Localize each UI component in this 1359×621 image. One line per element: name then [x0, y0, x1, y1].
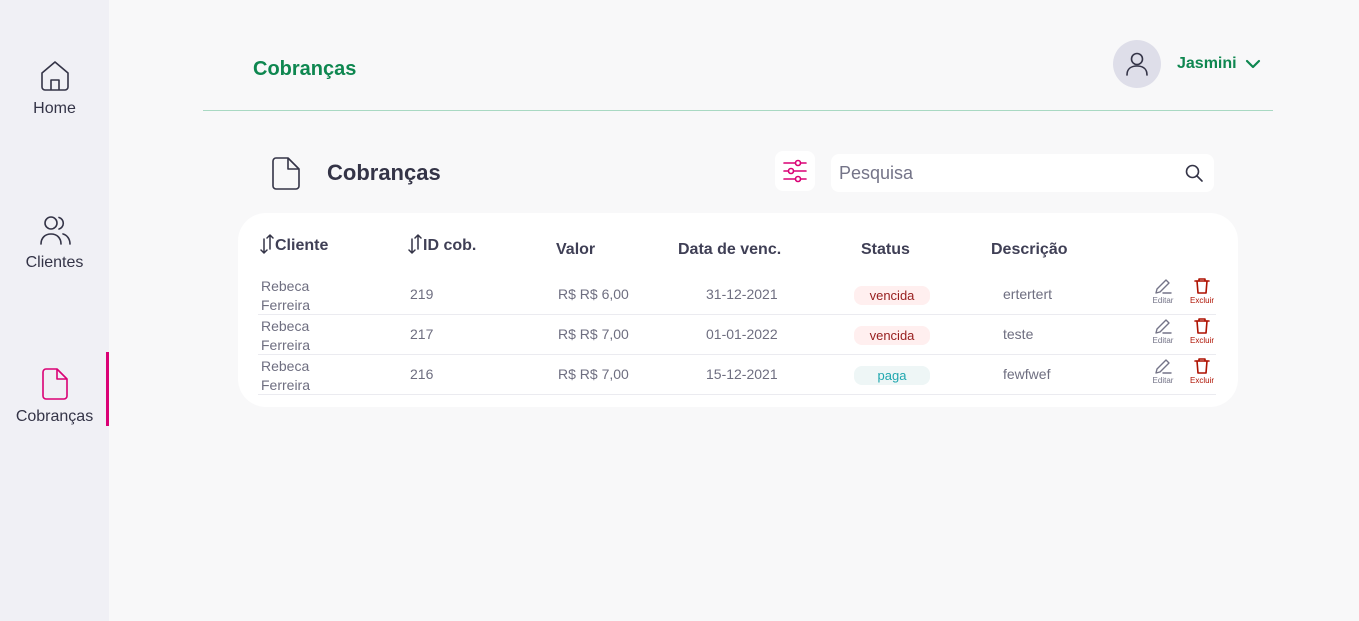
- column-header-label: Cliente: [275, 237, 329, 254]
- trash-icon: [1194, 278, 1210, 294]
- pencil-icon: [1155, 279, 1172, 294]
- delete-label: Excluir: [1189, 376, 1214, 385]
- sort-icon: [408, 234, 422, 254]
- cell-descricao: teste: [1003, 326, 1034, 342]
- sort-icon: [260, 234, 274, 254]
- charges-table: Cliente ID cob. Valor Data de venc. Stat…: [238, 213, 1238, 407]
- column-header-data: Data de venc.: [678, 241, 782, 258]
- search-icon[interactable]: [1184, 163, 1204, 183]
- search-input[interactable]: [839, 162, 1184, 184]
- edit-label: Editar: [1152, 336, 1174, 345]
- table-row: Rebeca Ferreira 219 R$ R$ 6,00 31-12-202…: [258, 275, 1216, 315]
- trash-icon: [1194, 318, 1210, 334]
- cell-descricao: ertertert: [1003, 286, 1053, 302]
- user-name[interactable]: Jasmini: [1177, 55, 1237, 73]
- column-header-valor: Valor: [556, 241, 596, 258]
- cell-data: 01-01-2022: [706, 326, 778, 342]
- edit-button[interactable]: Editar: [1148, 357, 1178, 385]
- edit-label: Editar: [1152, 376, 1174, 385]
- filter-button[interactable]: [775, 151, 815, 191]
- sidebar-item-clientes[interactable]: Clientes: [0, 212, 109, 286]
- cell-valor: R$ R$ 7,00: [558, 366, 629, 382]
- column-header-status: Status: [861, 241, 910, 258]
- search-bar: [831, 154, 1214, 192]
- delete-button[interactable]: Excluir: [1187, 357, 1217, 385]
- cell-descricao: fewfwef: [1003, 366, 1051, 382]
- sidebar-item-home[interactable]: Home: [0, 58, 109, 132]
- header-divider: [203, 110, 1273, 111]
- sidebar-item-label: Home: [33, 100, 76, 117]
- cell-id: 219: [410, 286, 434, 302]
- sidebar-item-label: Clientes: [25, 254, 84, 271]
- edit-button[interactable]: Editar: [1148, 317, 1178, 345]
- status-badge: vencida: [854, 286, 930, 305]
- home-icon: [37, 58, 73, 94]
- cell-data: 31-12-2021: [706, 286, 778, 302]
- column-header-label: ID cob.: [423, 237, 477, 254]
- sidebar-item-cobrancas[interactable]: Cobranças: [0, 352, 109, 440]
- edit-button[interactable]: Editar: [1148, 277, 1178, 305]
- document-icon: [37, 366, 73, 402]
- users-icon: [37, 212, 73, 248]
- cell-valor: R$ R$ 7,00: [558, 326, 629, 342]
- edit-label: Editar: [1152, 296, 1174, 305]
- sidebar-item-label: Cobranças: [15, 408, 94, 425]
- user-icon: [1126, 52, 1148, 76]
- cell-valor: R$ R$ 6,00: [558, 286, 629, 302]
- table-row: Rebeca Ferreira 217 R$ R$ 7,00 01-01-202…: [258, 315, 1216, 355]
- cell-id: 217: [410, 326, 434, 342]
- column-header-descricao: Descrição: [991, 241, 1068, 258]
- cell-id: 216: [410, 366, 434, 382]
- sidebar: Home Clientes Cobranças: [0, 0, 109, 621]
- delete-button[interactable]: Excluir: [1187, 277, 1217, 305]
- document-icon: [272, 157, 300, 190]
- chevron-down-icon[interactable]: [1244, 55, 1262, 73]
- table-row: Rebeca Ferreira 216 R$ R$ 7,00 15-12-202…: [258, 355, 1216, 395]
- column-header-cliente[interactable]: Cliente: [260, 233, 328, 255]
- cell-cliente: Rebeca Ferreira: [261, 278, 311, 313]
- delete-button[interactable]: Excluir: [1187, 317, 1217, 345]
- status-badge: paga: [854, 366, 930, 385]
- avatar[interactable]: [1113, 40, 1161, 88]
- section-title: Cobranças: [327, 160, 441, 185]
- filter-sliders-icon: [783, 159, 807, 183]
- delete-label: Excluir: [1189, 336, 1214, 345]
- trash-icon: [1194, 358, 1210, 374]
- pencil-icon: [1155, 359, 1172, 374]
- pencil-icon: [1155, 319, 1172, 334]
- page-title: Cobranças: [253, 58, 357, 80]
- column-header-id[interactable]: ID cob.: [408, 233, 476, 255]
- cell-data: 15-12-2021: [706, 366, 778, 382]
- cell-cliente: Rebeca Ferreira: [261, 358, 311, 393]
- delete-label: Excluir: [1189, 296, 1214, 305]
- cell-cliente: Rebeca Ferreira: [261, 318, 311, 353]
- status-badge: vencida: [854, 326, 930, 345]
